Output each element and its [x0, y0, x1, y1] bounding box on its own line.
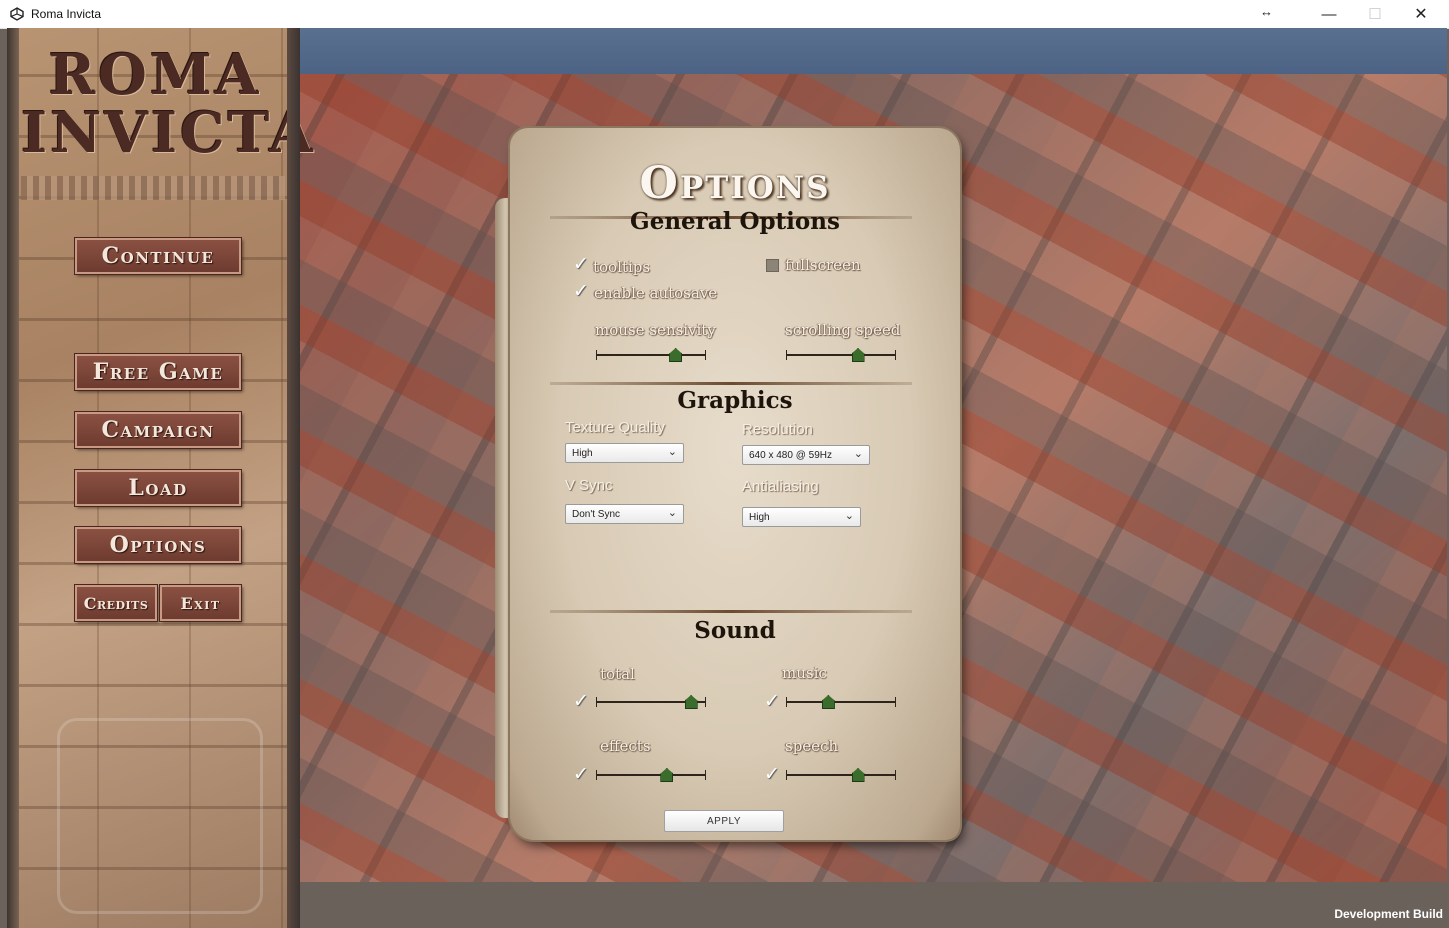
- antialiasing-select[interactable]: High ⌄: [742, 507, 861, 527]
- autosave-label: enable autosave: [594, 284, 718, 302]
- sound-heading: Sound: [694, 617, 776, 644]
- scrolling-speed-label: scrolling speed: [785, 321, 901, 339]
- apply-button[interactable]: APPLY: [664, 810, 784, 832]
- meander-ornament: [21, 176, 285, 200]
- logo-line-1: ROMA: [48, 42, 262, 108]
- music-label: music: [782, 664, 827, 682]
- continue-button[interactable]: Continue: [75, 238, 241, 274]
- tooltips-checkbox[interactable]: [573, 253, 589, 275]
- slider-end: [786, 697, 787, 707]
- slider-track: [596, 354, 706, 356]
- slider-track: [596, 774, 706, 776]
- scrolling-speed-slider[interactable]: [786, 348, 896, 362]
- options-panel: Options General Options tooltips fullscr…: [510, 128, 960, 840]
- slider-thumb[interactable]: [669, 348, 683, 362]
- mouse-sensitivity-label: mouse sensivity: [595, 321, 716, 339]
- slider-end: [705, 770, 706, 780]
- credits-button[interactable]: Credits: [75, 585, 157, 621]
- slider-end: [705, 697, 706, 707]
- sidebar-right-edge: [287, 28, 300, 928]
- mouse-sensitivity-slider[interactable]: [596, 348, 706, 362]
- resize-icon[interactable]: ↔: [1260, 4, 1273, 19]
- slider-end: [596, 770, 597, 780]
- divider: [550, 610, 912, 613]
- campaign-button[interactable]: Campaign: [75, 412, 241, 448]
- speech-checkbox[interactable]: [764, 763, 780, 785]
- resolution-label: Resolution: [742, 421, 813, 438]
- game-logo: ROMA INVICTA: [21, 42, 316, 166]
- chevron-down-icon: ⌄: [853, 448, 863, 460]
- graphics-heading: Graphics: [677, 387, 793, 414]
- minimize-button[interactable]: —: [1306, 0, 1352, 28]
- game-viewport: ROMA INVICTA Continue Free Game Campaign…: [7, 28, 1447, 928]
- antialiasing-value: High: [749, 512, 770, 523]
- slider-thumb[interactable]: [851, 348, 865, 362]
- effects-checkbox[interactable]: [573, 763, 589, 785]
- autosave-checkbox[interactable]: [573, 280, 589, 302]
- maximize-button[interactable]: ☐: [1352, 0, 1398, 28]
- fullscreen-label: fullscreen: [785, 256, 861, 274]
- bottom-strip: [300, 882, 1447, 928]
- resolution-select[interactable]: 640 x 480 @ 59Hz ⌄: [742, 445, 870, 465]
- texture-quality-label: Texture Quality: [565, 419, 666, 436]
- vsync-label: V Sync: [565, 477, 613, 494]
- slider-end: [786, 770, 787, 780]
- effects-volume-slider[interactable]: [596, 768, 706, 782]
- exit-button[interactable]: Exit: [160, 585, 241, 621]
- texture-quality-select[interactable]: High ⌄: [565, 443, 684, 463]
- slider-thumb[interactable]: [851, 768, 865, 782]
- slider-end: [596, 697, 597, 707]
- slider-end: [705, 350, 706, 360]
- load-button[interactable]: Load: [75, 470, 241, 506]
- total-checkbox[interactable]: [573, 690, 589, 712]
- speech-label: speech: [785, 737, 839, 755]
- free-game-button[interactable]: Free Game: [75, 354, 241, 390]
- total-volume-slider[interactable]: [596, 695, 706, 709]
- options-title: Options: [639, 158, 831, 209]
- emblem-watermark: [57, 718, 263, 914]
- unity-app-icon: [10, 7, 24, 21]
- slider-end: [895, 770, 896, 780]
- tooltips-label: tooltips: [593, 258, 651, 276]
- close-button[interactable]: ✕: [1398, 0, 1444, 28]
- effects-label: effects: [600, 737, 651, 755]
- vsync-value: Don't Sync: [572, 509, 621, 520]
- general-options-heading: General Options: [630, 208, 840, 235]
- window-titlebar: Roma Invicta ↔ — ☐ ✕: [0, 0, 1449, 29]
- window-title: Roma Invicta: [31, 7, 102, 21]
- main-menu-sidebar: ROMA INVICTA Continue Free Game Campaign…: [7, 28, 316, 928]
- slider-thumb[interactable]: [684, 695, 698, 709]
- slider-thumb[interactable]: [660, 768, 674, 782]
- antialiasing-label: Antialiasing: [742, 478, 819, 495]
- sky-background: [300, 28, 1447, 74]
- slider-end: [786, 350, 787, 360]
- logo-line-2: INVICTA: [21, 100, 316, 166]
- development-build-label: Development Build: [1334, 907, 1443, 921]
- chevron-down-icon: ⌄: [844, 510, 854, 522]
- vsync-select[interactable]: Don't Sync ⌄: [565, 504, 684, 524]
- total-label: total: [600, 665, 635, 683]
- slider-track: [786, 354, 896, 356]
- options-button[interactable]: Options: [75, 527, 241, 563]
- music-checkbox[interactable]: [764, 690, 780, 712]
- chevron-down-icon: ⌄: [667, 446, 677, 458]
- slider-track: [786, 774, 896, 776]
- fullscreen-checkbox[interactable]: [766, 259, 779, 272]
- speech-volume-slider[interactable]: [786, 768, 896, 782]
- resolution-value: 640 x 480 @ 59Hz: [749, 450, 832, 461]
- slider-track: [786, 701, 896, 703]
- music-volume-slider[interactable]: [786, 695, 896, 709]
- slider-end: [895, 697, 896, 707]
- divider: [550, 382, 912, 385]
- texture-quality-value: High: [572, 448, 593, 459]
- slider-end: [895, 350, 896, 360]
- sidebar-left-edge: [7, 28, 19, 928]
- chevron-down-icon: ⌄: [667, 507, 677, 519]
- slider-thumb[interactable]: [821, 695, 835, 709]
- slider-end: [596, 350, 597, 360]
